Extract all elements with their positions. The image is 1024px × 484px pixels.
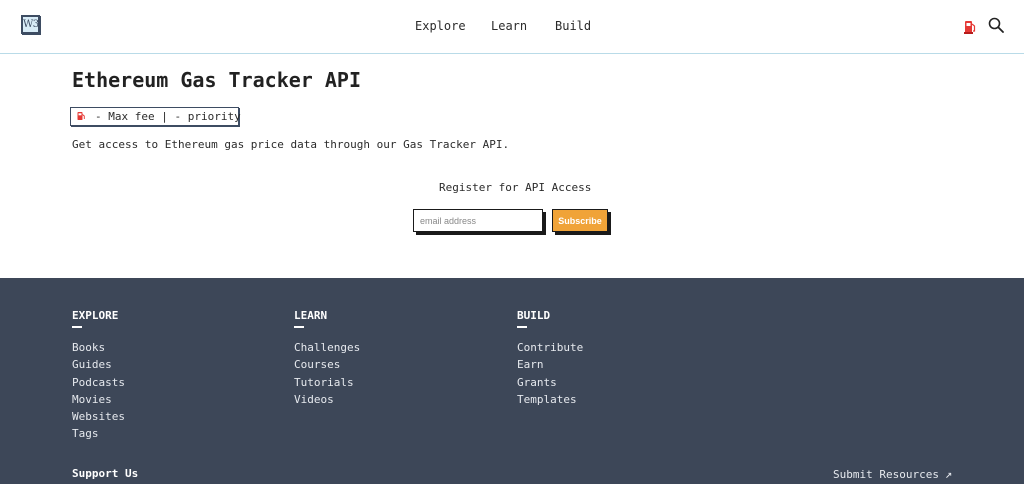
footer-heading-build: BUILD (517, 309, 551, 322)
site-footer: EXPLORE Books Guides Podcasts Movies Web… (0, 278, 1024, 484)
heading-underline (294, 326, 304, 328)
footer-link-videos[interactable]: Videos (294, 391, 360, 408)
footer-link-podcasts[interactable]: Podcasts (72, 374, 125, 391)
page-title: Ethereum Gas Tracker API (72, 68, 361, 92)
heading-underline (517, 326, 527, 328)
footer-link-websites[interactable]: Websites (72, 408, 125, 425)
footer-link-earn[interactable]: Earn (517, 356, 583, 373)
heading-underline (72, 326, 82, 328)
footer-heading-learn: LEARN (294, 309, 328, 322)
footer-link-grants[interactable]: Grants (517, 374, 583, 391)
submit-resources-label: Submit Resources (833, 468, 939, 481)
logo[interactable]: W3 (21, 15, 40, 34)
nav-explore[interactable]: Explore (415, 19, 466, 33)
nav-build[interactable]: Build (555, 19, 591, 33)
footer-link-movies[interactable]: Movies (72, 391, 125, 408)
footer-link-books[interactable]: Books (72, 339, 125, 356)
footer-link-courses[interactable]: Courses (294, 356, 360, 373)
search-icon[interactable] (988, 17, 1004, 33)
footer-column-build: BUILD Contribute Earn Grants Templates (517, 309, 583, 408)
footer-link-tags[interactable]: Tags (72, 425, 125, 442)
intro-text: Get access to Ethereum gas price data th… (72, 138, 510, 151)
footer-link-guides[interactable]: Guides (72, 356, 125, 373)
nav-learn[interactable]: Learn (491, 19, 527, 33)
footer-link-challenges[interactable]: Challenges (294, 339, 360, 356)
gas-pump-icon[interactable] (964, 19, 976, 34)
register-label: Register for API Access (439, 181, 592, 194)
gas-pump-icon (77, 109, 85, 120)
footer-link-contribute[interactable]: Contribute (517, 339, 583, 356)
gas-price-display: - Max fee | - priority (70, 107, 241, 126)
support-us-heading: Support Us (72, 467, 139, 480)
subscribe-button[interactable]: Subscribe (552, 209, 608, 232)
footer-column-learn: LEARN Challenges Courses Tutorials Video… (294, 309, 360, 408)
email-input[interactable] (413, 209, 543, 232)
footer-link-templates[interactable]: Templates (517, 391, 583, 408)
arrow-up-right-icon: ↗ (944, 467, 953, 481)
site-header: W3 Explore Learn Build (0, 0, 1024, 54)
gas-price-text: - Max fee | - priority (95, 110, 241, 123)
footer-link-tutorials[interactable]: Tutorials (294, 374, 360, 391)
footer-heading-explore: EXPLORE (72, 309, 119, 322)
submit-resources-link[interactable]: Submit Resources ↗ (833, 467, 952, 481)
footer-column-explore: EXPLORE Books Guides Podcasts Movies Web… (72, 309, 125, 443)
